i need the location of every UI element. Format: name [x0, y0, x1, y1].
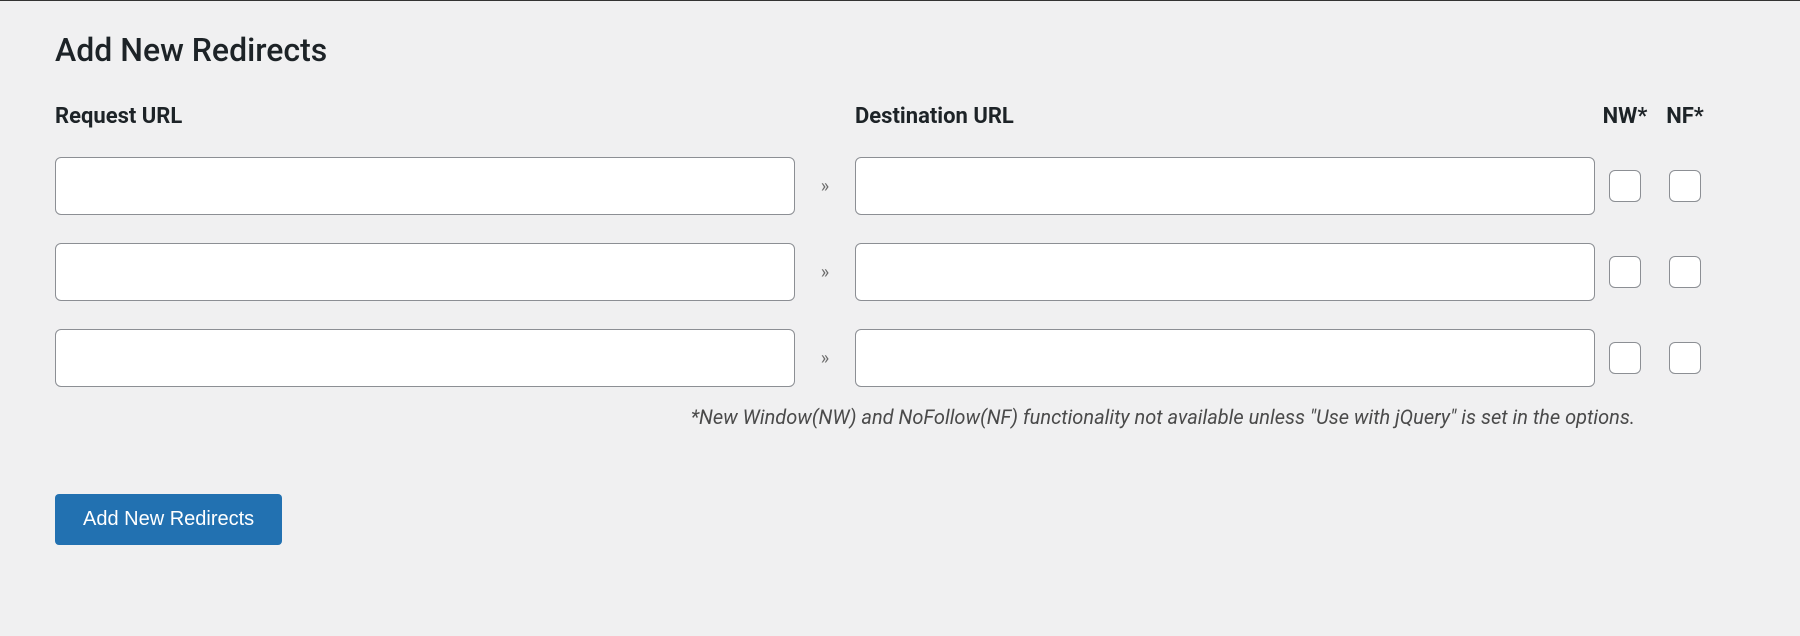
destination-url-input[interactable] [855, 243, 1595, 301]
footnote-text: *New Window(NW) and NoFollow(NF) functio… [55, 405, 1745, 429]
column-header-request: Request URL [55, 104, 795, 129]
destination-url-input[interactable] [855, 157, 1595, 215]
column-header-nf: NF* [1655, 104, 1715, 129]
request-url-input[interactable] [55, 329, 795, 387]
nw-checkbox[interactable] [1609, 256, 1641, 288]
nw-checkbox[interactable] [1609, 170, 1641, 202]
nw-checkbox[interactable] [1609, 342, 1641, 374]
add-new-redirects-button[interactable]: Add New Redirects [55, 494, 282, 545]
arrow-icon: » [795, 176, 855, 197]
destination-url-input[interactable] [855, 329, 1595, 387]
request-url-input[interactable] [55, 157, 795, 215]
redirect-form-grid: Request URL Destination URL NW* NF* » » … [55, 104, 1745, 387]
nf-checkbox[interactable] [1669, 342, 1701, 374]
column-header-destination: Destination URL [855, 104, 1595, 129]
page-title: Add New Redirects [55, 31, 1745, 69]
arrow-icon: » [795, 348, 855, 369]
request-url-input[interactable] [55, 243, 795, 301]
column-header-nw: NW* [1595, 104, 1655, 129]
nf-checkbox[interactable] [1669, 170, 1701, 202]
nf-checkbox[interactable] [1669, 256, 1701, 288]
arrow-icon: » [795, 262, 855, 283]
